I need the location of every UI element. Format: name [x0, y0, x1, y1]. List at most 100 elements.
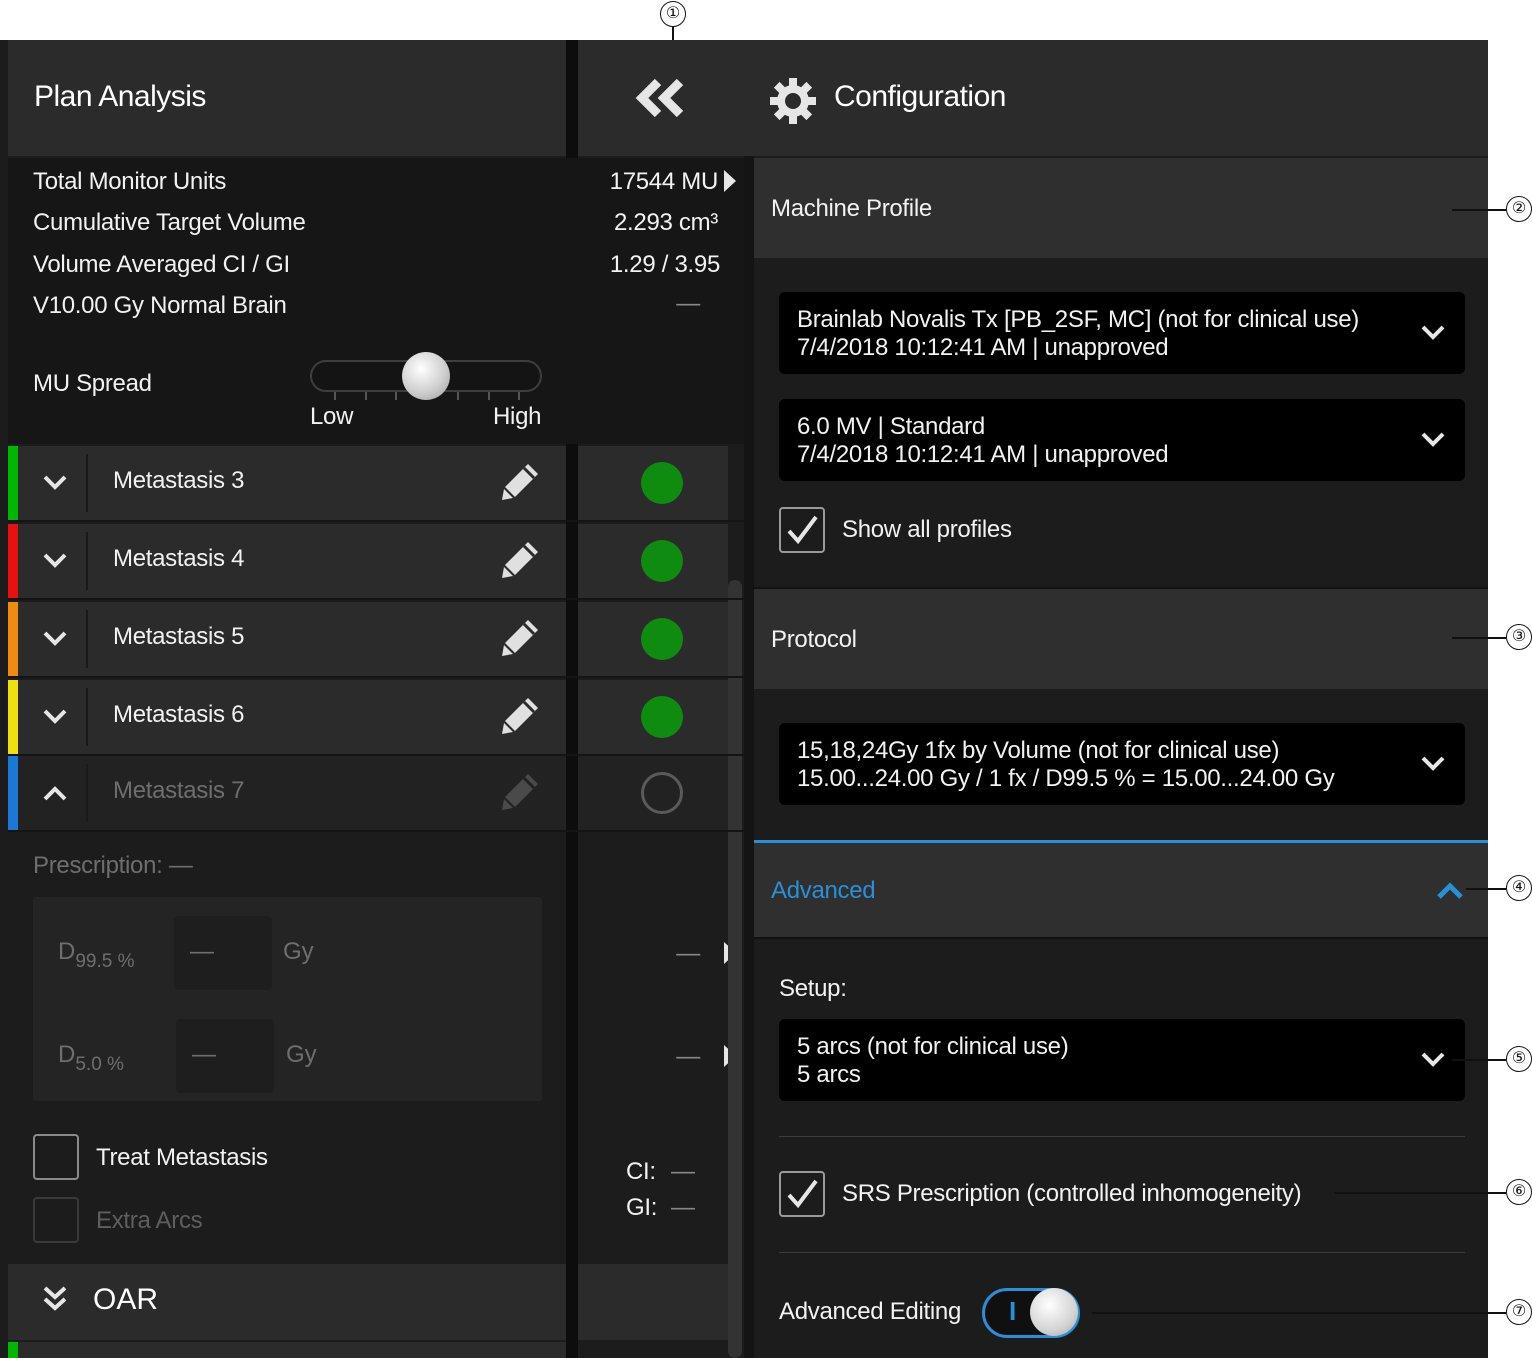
row-divider: [86, 610, 88, 668]
advanced-editing-label: Advanced Editing: [779, 1298, 961, 1325]
page-title: Plan Analysis: [34, 80, 206, 113]
treat-metastasis-label: Treat Metastasis: [96, 1144, 268, 1171]
callout-3-line: [1452, 637, 1506, 639]
metastasis-row[interactable]: [8, 446, 566, 520]
extra-arcs-checkbox[interactable]: [33, 1197, 79, 1243]
app-window: Plan Analysis Configuration Total Monito…: [0, 40, 1488, 1358]
treat-metastasis-checkbox[interactable]: [33, 1134, 79, 1180]
dose-d99-input[interactable]: [174, 916, 272, 990]
edit-pencil-icon[interactable]: [500, 538, 542, 585]
metric-value-target-volume: 2.293 cm³: [613, 209, 718, 236]
advanced-editing-toggle-knob[interactable]: [1030, 1288, 1078, 1336]
callout-1: ①: [660, 1, 686, 27]
metastasis-color-bar: [8, 524, 18, 598]
setup-line1: 5 arcs (not for clinical use): [797, 1033, 1069, 1060]
metric-value-ci-gi: 1.29 / 3.95: [609, 251, 720, 278]
chevron-up-icon[interactable]: [1436, 882, 1464, 905]
toggle-on-glyph: I: [1009, 1296, 1017, 1326]
row-divider: [86, 764, 88, 822]
double-chevron-left-icon: [635, 78, 684, 118]
chevron-down-icon: [1420, 431, 1446, 454]
slider-tick: [488, 392, 490, 400]
row-bottom-border: [8, 676, 744, 678]
callout-5: ⑤: [1506, 1046, 1532, 1072]
metastasis-row[interactable]: [8, 602, 566, 676]
gi-value: —: [671, 1194, 695, 1221]
metastasis-color-bar: [8, 446, 18, 520]
chevron-down-icon: [1420, 1051, 1446, 1074]
advanced-title: Advanced: [771, 877, 876, 904]
oar-row[interactable]: [8, 1264, 566, 1340]
callout-4-line: [1466, 888, 1506, 890]
protocol-line1: 15,18,24Gy 1fx by Volume (not for clinic…: [797, 737, 1280, 764]
slider-high-label: High: [493, 403, 542, 430]
oar-label: OAR: [93, 1283, 159, 1316]
ci-label: CI:: [626, 1158, 656, 1185]
metastasis-color-bar: [8, 756, 18, 830]
collapse-panel-button[interactable]: [632, 76, 692, 120]
status-empty-icon: [641, 772, 683, 814]
row-bottom-border: [8, 520, 744, 522]
metastasis-color-bar: [8, 602, 18, 676]
extra-arcs-label: Extra Arcs: [96, 1207, 203, 1234]
callout-6-line: [1334, 1192, 1506, 1194]
srs-prescription-label: SRS Prescription (controlled inhomogenei…: [842, 1180, 1302, 1207]
slider-tick: [334, 392, 336, 400]
show-all-profiles-checkbox[interactable]: [779, 507, 825, 553]
status-ok-icon: [641, 462, 683, 504]
edit-pencil-icon[interactable]: [500, 770, 542, 817]
protocol-line2: 15.00...24.00 Gy / 1 fx / D99.5 % = 15.0…: [797, 765, 1335, 792]
edit-pencil-icon[interactable]: [500, 616, 542, 663]
row-divider: [86, 532, 88, 590]
chevron-down-icon[interactable]: [42, 473, 68, 498]
metric-value-total-mu: 17544 MU: [609, 168, 719, 195]
metastasis-row[interactable]: [8, 756, 566, 830]
metastasis-name: Metastasis 7: [113, 777, 245, 804]
status-ok-icon: [641, 696, 683, 738]
section-divider: [754, 937, 1488, 939]
next-row: [18, 1342, 566, 1358]
scrollbar[interactable]: [728, 580, 742, 1358]
metastasis-row[interactable]: [8, 680, 566, 754]
chevron-down-icon[interactable]: [42, 551, 68, 576]
dose-d5-unit: Gy: [286, 1041, 317, 1068]
metastasis-name: Metastasis 3: [113, 467, 245, 494]
chevron-down-icon[interactable]: [42, 707, 68, 732]
protocol-header[interactable]: [754, 589, 1488, 689]
double-chevron-down-icon[interactable]: [42, 1284, 68, 1314]
metastasis-row[interactable]: [8, 524, 566, 598]
chevron-up-icon[interactable]: [42, 783, 68, 808]
metastasis-color-bar: [8, 680, 18, 754]
mu-spread-label: MU Spread: [33, 370, 152, 397]
callout-7-line: [1092, 1312, 1506, 1314]
chevron-down-icon: [1420, 755, 1446, 778]
metric-label-ci-gi: Volume Averaged CI / GI: [33, 251, 290, 278]
energy-line2: 7/4/2018 10:12:41 AM | unapproved: [797, 441, 1169, 468]
gear-icon: [768, 76, 818, 126]
dose-d5-mid-value: —: [676, 1043, 700, 1070]
setup-label: Setup:: [779, 975, 847, 1002]
energy-line1: 6.0 MV | Standard: [797, 413, 985, 440]
gi-label: GI:: [626, 1194, 658, 1221]
status-ok-icon: [641, 540, 683, 582]
metastasis-name: Metastasis 6: [113, 701, 245, 728]
slider-tick: [518, 392, 520, 400]
row-bottom-border: [8, 830, 744, 832]
callout-2-line: [1452, 209, 1506, 211]
mu-spread-slider-thumb[interactable]: [402, 352, 450, 400]
divider-line: [779, 1252, 1465, 1253]
edit-pencil-icon[interactable]: [500, 694, 542, 741]
dose-d5-input[interactable]: [176, 1019, 274, 1093]
chevron-down-icon[interactable]: [42, 629, 68, 654]
srs-prescription-checkbox[interactable]: [779, 1171, 825, 1217]
dose-d99-letter: D: [58, 938, 76, 965]
machine-profile-line2: 7/4/2018 10:12:41 AM | unapproved: [797, 334, 1169, 361]
expand-arrow-icon[interactable]: [724, 170, 736, 192]
dose-d99-label: D99.5 %: [58, 938, 135, 972]
row-divider: [86, 688, 88, 746]
dose-d99-mid-value: —: [676, 940, 700, 967]
right-panel-left-border: [744, 156, 754, 1358]
ci-value: —: [671, 1158, 695, 1185]
edit-pencil-icon[interactable]: [500, 460, 542, 507]
dose-d5-sub: 5.0 %: [75, 1054, 124, 1075]
